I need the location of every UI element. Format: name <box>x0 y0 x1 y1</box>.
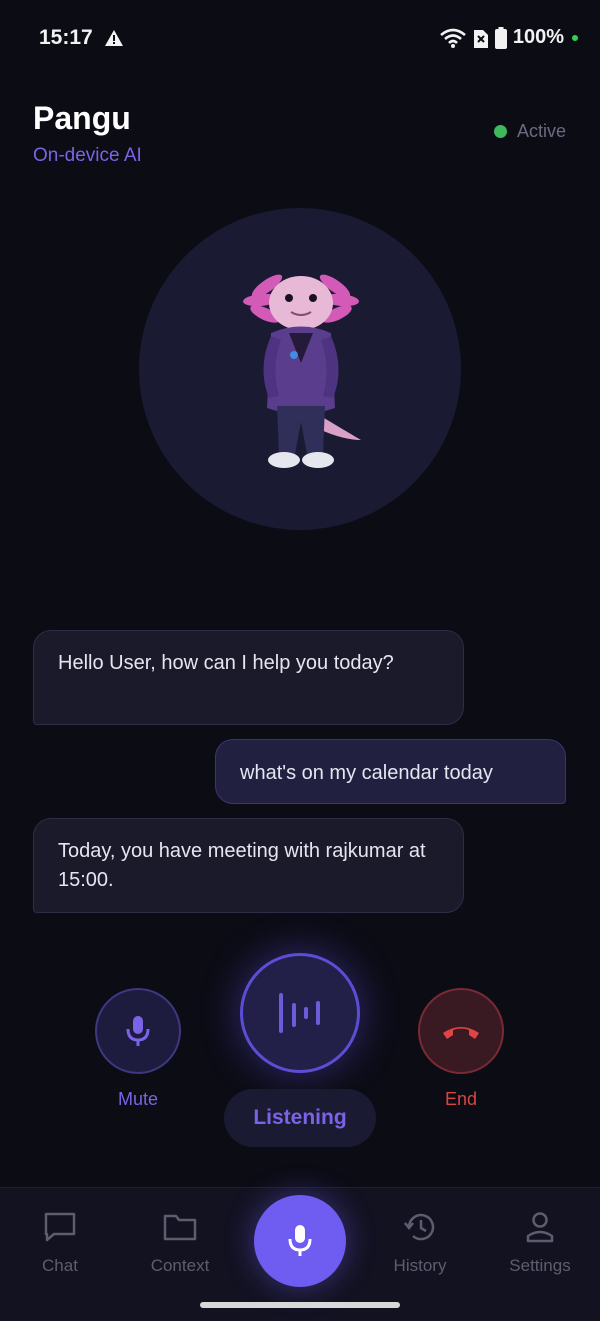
nav-mic-button[interactable] <box>254 1195 346 1287</box>
battery-percentage: 100% <box>512 26 564 48</box>
end-call-icon <box>443 1027 479 1039</box>
history-icon <box>404 1213 435 1241</box>
nav-label-chat: Chat <box>42 1256 78 1275</box>
nav-label-context: Context <box>150 1256 210 1275</box>
mute-button[interactable] <box>95 988 181 1074</box>
wifi-icon <box>440 28 466 48</box>
mute-label: Mute <box>117 1089 159 1109</box>
warning-icon <box>105 30 123 46</box>
mic-icon <box>126 1016 150 1046</box>
status-icons: 100% <box>439 26 578 49</box>
end-label: End <box>444 1089 478 1109</box>
nav-label-history: History <box>393 1256 447 1275</box>
battery-icon <box>494 26 507 49</box>
app-subtitle: On-device AI <box>33 145 142 166</box>
chat-icon <box>44 1212 76 1242</box>
no-sim-icon <box>473 29 488 48</box>
listening-status: Listening <box>224 1089 376 1147</box>
privacy-dot <box>572 34 578 41</box>
end-call-button[interactable] <box>418 988 504 1074</box>
status-dot <box>493 125 507 138</box>
axolotl-mascot-image <box>243 274 361 468</box>
assistant-message: Hello User, how can I help you today? <box>33 630 464 725</box>
person-icon <box>526 1212 554 1243</box>
nav-item-chat[interactable]: Chat <box>0 1207 120 1276</box>
nav-label-settings: Settings <box>509 1256 571 1275</box>
mic-icon <box>288 1225 312 1256</box>
app-title: Pangu <box>33 100 131 136</box>
folder-icon <box>163 1214 197 1241</box>
home-indicator[interactable] <box>200 1302 400 1308</box>
user-message: what's on my calendar today <box>215 739 566 804</box>
status-indicator: Active <box>493 121 566 142</box>
status-label: Active <box>516 121 566 141</box>
assistant-avatar <box>139 208 461 530</box>
nav-item-settings[interactable]: Settings <box>480 1207 600 1276</box>
nav-item-history[interactable]: History <box>360 1207 480 1276</box>
listening-button[interactable] <box>240 953 360 1073</box>
status-time: 15:17 <box>39 26 93 49</box>
assistant-message: Today, you have meeting with rajkumar at… <box>33 818 464 913</box>
audio-wave-icon <box>279 993 320 1033</box>
nav-item-context[interactable]: Context <box>120 1207 240 1276</box>
